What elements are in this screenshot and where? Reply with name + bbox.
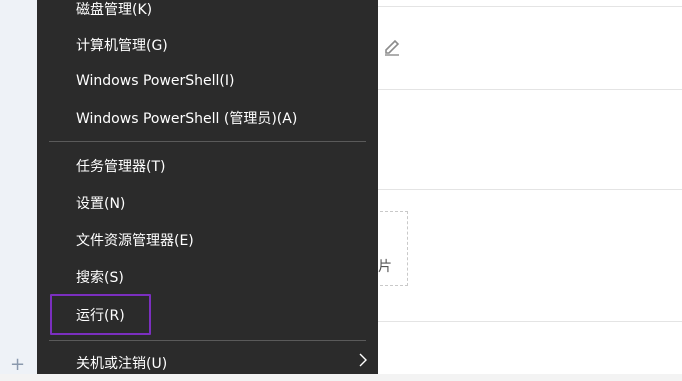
menu-item-label: Windows PowerShell (管理员)(A) [76,110,298,127]
divider [378,6,682,7]
menu-item-label: 搜索(S) [76,269,124,286]
edit-icon[interactable] [382,36,402,56]
menu-item-search[interactable]: 搜索(S) [37,258,378,295]
run-highlight-box [50,294,151,335]
left-side-panel: + [0,0,37,374]
menu-item-disk-management[interactable]: 磁盘管理(K) [37,0,378,27]
divider [378,189,682,190]
menu-item-label: 磁盘管理(K) [76,1,153,18]
menu-item-computer-management[interactable]: 计算机管理(G) [37,26,378,63]
upload-image-label: 图片 [378,259,392,275]
menu-item-file-explorer[interactable]: 文件资源管理器(E) [37,221,378,258]
menu-item-label: 文件资源管理器(E) [76,232,194,249]
menu-item-label: Windows PowerShell(I) [76,72,235,89]
winx-context-menu: 磁盘管理(K) 计算机管理(G) Windows PowerShell(I) W… [37,0,378,374]
menu-separator [49,340,366,341]
menu-item-powershell[interactable]: Windows PowerShell(I) [37,62,378,99]
menu-item-task-manager[interactable]: 任务管理器(T) [37,147,378,184]
divider [378,321,682,322]
menu-item-settings[interactable]: 设置(N) [37,184,378,221]
menu-item-powershell-admin[interactable]: Windows PowerShell (管理员)(A) [37,99,378,136]
menu-separator [49,141,366,142]
background-page [378,0,682,374]
menu-item-shutdown-signout[interactable]: 关机或注销(U) [37,344,378,381]
menu-item-label: 计算机管理(G) [76,37,168,54]
chevron-right-icon [359,353,367,367]
menu-item-label: 关机或注销(U) [76,355,168,372]
divider [378,89,682,90]
menu-item-label: 设置(N) [76,195,126,212]
menu-item-label: 任务管理器(T) [76,158,166,175]
plus-icon[interactable]: + [10,356,25,374]
